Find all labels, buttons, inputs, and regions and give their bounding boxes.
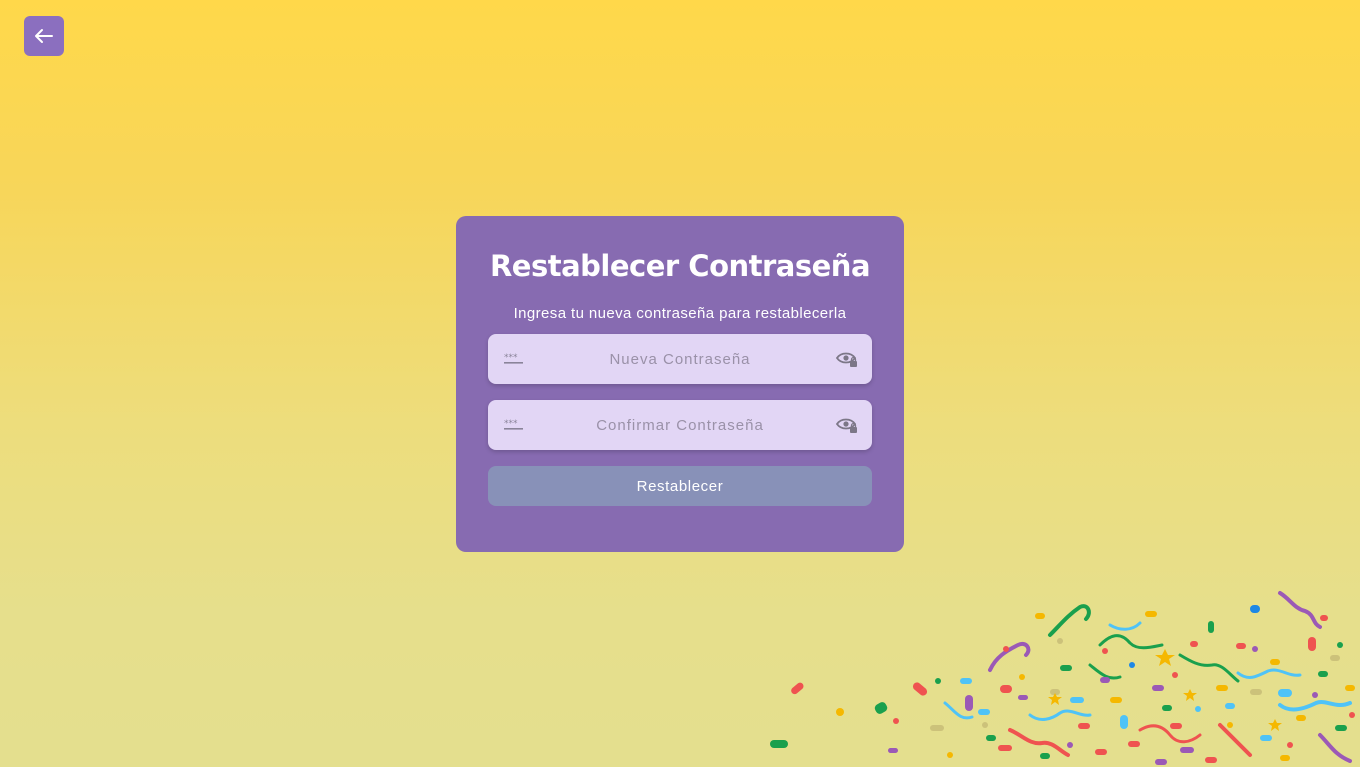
reset-password-card: Restablecer Contraseña Ingresa tu nueva …	[456, 216, 904, 552]
back-button[interactable]	[24, 16, 64, 56]
reset-button[interactable]: Restablecer	[488, 466, 872, 506]
page-title: Restablecer Contraseña	[489, 249, 871, 283]
eye-lock-icon[interactable]	[836, 415, 858, 435]
arrow-left-icon	[35, 29, 53, 43]
confirm-password-input[interactable]	[488, 400, 872, 450]
password-dots-icon: ***	[504, 419, 523, 430]
password-dots-icon: ***	[504, 353, 523, 364]
svg-text:***: ***	[504, 419, 518, 429]
eye-lock-icon[interactable]	[836, 349, 858, 369]
page-subtitle: Ingresa tu nueva contraseña para restabl…	[513, 305, 847, 322]
confirm-password-field: ***	[488, 400, 872, 450]
new-password-input[interactable]	[488, 334, 872, 384]
svg-text:***: ***	[504, 353, 518, 363]
confetti-icon	[770, 591, 1355, 765]
new-password-field: ***	[488, 334, 872, 384]
